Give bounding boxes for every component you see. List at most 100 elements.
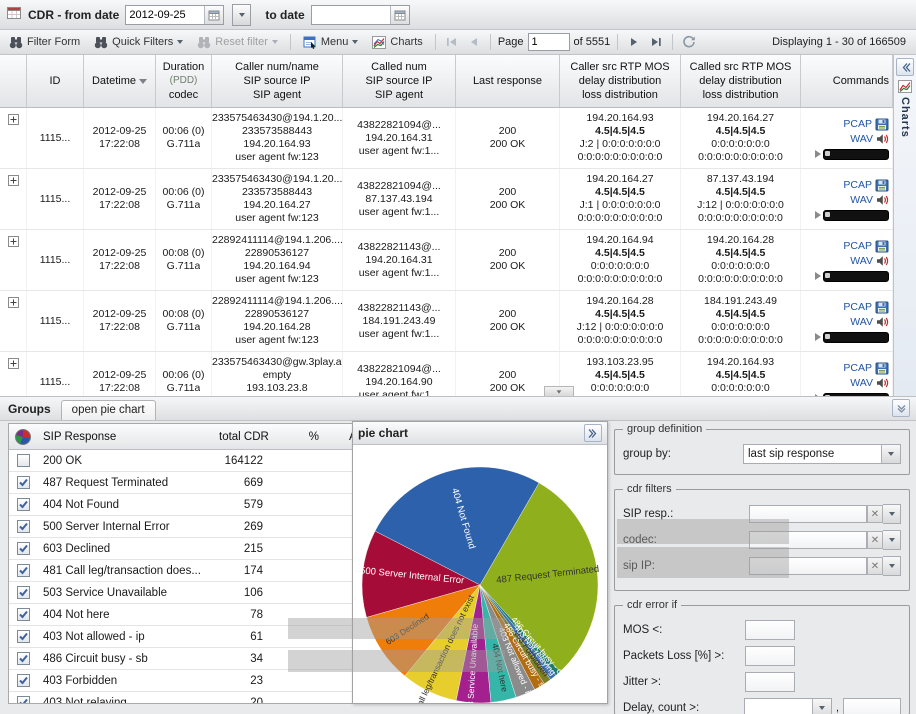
- pcap-download-link[interactable]: PCAP: [843, 117, 889, 132]
- row-checkbox[interactable]: [16, 674, 30, 687]
- codec-dropdown[interactable]: [883, 530, 901, 550]
- expand-charts-panel-icon[interactable]: [896, 58, 914, 76]
- table-row[interactable]: 1115... 2012-09-25 17:22:08 00:08 (0) G.711a…: [0, 291, 893, 352]
- expand-pie-window-icon[interactable]: [584, 424, 602, 442]
- total-cdr-column-header[interactable]: total CDR: [213, 431, 269, 443]
- chevron-down-icon[interactable]: [883, 531, 900, 549]
- refresh-icon[interactable]: [680, 33, 698, 51]
- clear-icon[interactable]: ✕: [867, 531, 883, 549]
- from-date-input[interactable]: [126, 6, 205, 23]
- page-number-input[interactable]: [527, 33, 570, 51]
- filter-form-button[interactable]: Filter Form: [4, 34, 85, 51]
- charts-button[interactable]: Charts: [367, 34, 427, 51]
- to-date-calendar-icon[interactable]: [389, 5, 409, 24]
- group-by-select[interactable]: last sip response: [743, 444, 901, 464]
- count-input[interactable]: [843, 698, 901, 714]
- row-checkbox[interactable]: [16, 454, 30, 467]
- prev-page-icon[interactable]: [465, 33, 483, 51]
- last-page-icon[interactable]: [647, 33, 665, 51]
- column-header-resp[interactable]: Last response: [456, 55, 560, 108]
- collapse-groups-icon[interactable]: [892, 399, 910, 417]
- audio-progress-bar[interactable]: [823, 209, 889, 221]
- codec-input[interactable]: [749, 531, 867, 549]
- row-checkbox[interactable]: [16, 630, 30, 643]
- row-checkbox[interactable]: [16, 476, 30, 489]
- sip-response-column-header[interactable]: SIP Response: [37, 431, 213, 443]
- chevron-down-icon[interactable]: [881, 445, 900, 463]
- wav-download-link[interactable]: WAV: [850, 315, 889, 330]
- column-header-caller[interactable]: Caller num/name SIP source IP SIP agent: [212, 55, 343, 108]
- delay-select[interactable]: [743, 698, 832, 714]
- packets-loss-input[interactable]: [745, 646, 795, 666]
- sip-ip-dropdown[interactable]: [883, 556, 901, 576]
- column-header-duration[interactable]: Duration (PDD) codec: [156, 55, 212, 108]
- mos-input[interactable]: [745, 620, 795, 640]
- sip-ip-input[interactable]: [749, 557, 867, 575]
- expand-row-icon[interactable]: [7, 297, 19, 308]
- wav-download-link[interactable]: WAV: [850, 193, 889, 208]
- sip-resp-input[interactable]: [749, 505, 867, 523]
- open-pie-chart-tab[interactable]: open pie chart: [60, 400, 156, 420]
- pie-chart-icon[interactable]: [9, 428, 37, 445]
- pcap-download-link[interactable]: PCAP: [843, 300, 889, 315]
- expand-row-icon[interactable]: [7, 175, 19, 186]
- table-row[interactable]: 1115... 2012-09-25 17:22:08 00:06 (0) G.711a…: [0, 169, 893, 230]
- row-checkbox[interactable]: [16, 498, 30, 511]
- first-page-icon[interactable]: [443, 33, 461, 51]
- clear-icon[interactable]: ✕: [867, 505, 883, 523]
- play-icon[interactable]: [815, 211, 821, 219]
- expand-row-icon[interactable]: [7, 358, 19, 369]
- menu-button[interactable]: Menu: [298, 34, 364, 51]
- grid-collapse-handle[interactable]: [544, 386, 574, 396]
- play-icon[interactable]: [815, 333, 821, 341]
- reset-filter-button[interactable]: Reset filter: [192, 34, 283, 51]
- audio-player[interactable]: [815, 209, 889, 221]
- pcap-download-link[interactable]: PCAP: [843, 239, 889, 254]
- expand-row-icon[interactable]: [7, 114, 19, 125]
- row-checkbox[interactable]: [16, 520, 30, 533]
- column-header-crtp[interactable]: Caller src RTP MOS delay distribution loss…: [560, 55, 681, 108]
- pcap-download-link[interactable]: PCAP: [843, 178, 889, 193]
- row-checkbox[interactable]: [16, 586, 30, 599]
- table-row[interactable]: 1115... 2012-09-25 17:22:08 00:06 (0) G.711a…: [0, 352, 893, 396]
- column-header-id[interactable]: ID: [27, 55, 84, 108]
- clear-icon[interactable]: ✕: [867, 557, 883, 575]
- from-date-dropdown-icon[interactable]: [232, 3, 252, 26]
- play-icon[interactable]: [815, 150, 821, 158]
- column-header-expand[interactable]: [0, 55, 27, 108]
- chevron-down-icon[interactable]: [883, 505, 900, 523]
- chevron-down-icon[interactable]: [883, 557, 900, 575]
- table-row[interactable]: 1115... 2012-09-25 17:22:08 00:08 (0) G.711a…: [0, 230, 893, 291]
- chevron-down-icon[interactable]: [811, 699, 831, 714]
- pcap-download-link[interactable]: PCAP: [843, 361, 889, 376]
- to-date-input[interactable]: [311, 6, 390, 23]
- percent-column-header[interactable]: %: [269, 431, 325, 443]
- row-checkbox[interactable]: [16, 608, 30, 621]
- audio-player[interactable]: [815, 148, 889, 160]
- sip-resp-dropdown[interactable]: [883, 504, 901, 524]
- charts-side-panel[interactable]: Charts: [893, 55, 916, 396]
- table-row[interactable]: 1115... 2012-09-25 17:22:08 00:06 (0) G.711a…: [0, 108, 893, 169]
- wav-download-link[interactable]: WAV: [850, 376, 889, 391]
- from-date-calendar-icon[interactable]: [204, 5, 224, 24]
- wav-download-link[interactable]: WAV: [850, 254, 889, 269]
- column-header-commands[interactable]: Commands: [801, 55, 893, 108]
- play-icon[interactable]: [815, 272, 821, 280]
- row-checkbox[interactable]: [16, 564, 30, 577]
- quick-filters-button[interactable]: Quick Filters: [89, 34, 188, 51]
- jitter-input[interactable]: [745, 672, 795, 692]
- expand-row-icon[interactable]: [7, 236, 19, 247]
- next-page-icon[interactable]: [625, 33, 643, 51]
- audio-progress-bar[interactable]: [823, 331, 889, 343]
- column-header-datetime[interactable]: Datetime: [84, 55, 156, 108]
- row-checkbox[interactable]: [16, 652, 30, 665]
- audio-progress-bar[interactable]: [823, 148, 889, 160]
- audio-progress-bar[interactable]: [823, 270, 889, 282]
- column-header-drtp[interactable]: Called src RTP MOS delay distribution loss…: [681, 55, 801, 108]
- audio-player[interactable]: [815, 270, 889, 282]
- row-checkbox[interactable]: [16, 542, 30, 555]
- audio-player[interactable]: [815, 331, 889, 343]
- wav-download-link[interactable]: WAV: [850, 132, 889, 147]
- column-header-called[interactable]: Called num SIP source IP SIP agent: [343, 55, 456, 108]
- row-checkbox[interactable]: [16, 696, 30, 703]
